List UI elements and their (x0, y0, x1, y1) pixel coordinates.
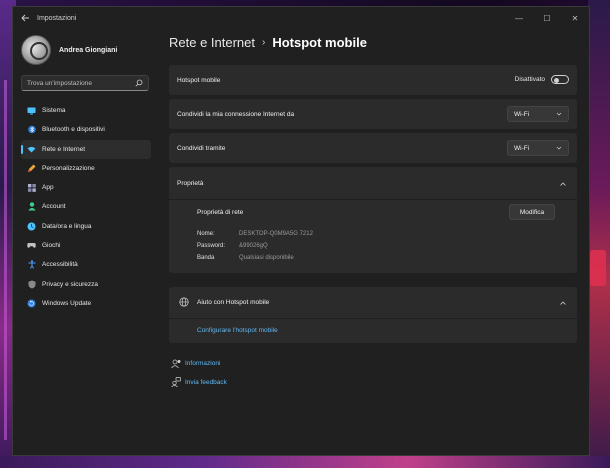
sidebar-item-bluetooth[interactable]: Bluetooth e dispositivi (21, 120, 151, 139)
property-key: Banda (197, 255, 215, 261)
sidebar-item-label: Windows Update (42, 299, 92, 307)
network-properties-label: Proprietà di rete (197, 209, 244, 216)
sidebar-nav: Sistema Bluetooth e dispositivi Rete e I… (21, 101, 151, 313)
hotspot-state-text: Disattivato (514, 76, 545, 83)
sidebar-item-account[interactable]: Account (21, 197, 151, 216)
app-title: Impostazioni (37, 14, 77, 22)
close-button[interactable]: ✕ (561, 7, 589, 29)
sidebar-item-label: Data/ora e lingua (42, 222, 92, 230)
sidebar-item-sistema[interactable]: Sistema (21, 101, 151, 120)
properties-title[interactable]: Proprietà (177, 180, 203, 187)
info-link[interactable]: Informazioni (185, 360, 220, 367)
page-title: Hotspot mobile (272, 35, 367, 50)
shield-icon (27, 280, 36, 289)
wallpaper-right-strip (588, 0, 610, 468)
apps-icon (27, 183, 36, 192)
sidebar-item-giochi[interactable]: Giochi (21, 236, 151, 255)
sidebar-item-label: App (42, 184, 54, 192)
properties-card: Proprietà Proprietà di rete Modifica Nom… (169, 167, 577, 273)
pencil-icon (27, 164, 36, 173)
sidebar-item-label: Bluetooth e dispositivi (42, 126, 105, 134)
edit-button[interactable]: Modifica (509, 204, 555, 220)
share-from-card: Condividi la mia connessione Internet da… (169, 99, 577, 129)
sidebar-item-label: Rete e Internet (42, 145, 85, 153)
settings-window: Impostazioni — ☐ ✕ Andrea Giongiani Sist… (12, 6, 590, 456)
share-over-label: Condividi tramite (177, 145, 226, 152)
breadcrumb: Rete e Internet › Hotspot mobile (169, 35, 367, 50)
sidebar-item-label: Giochi (42, 242, 61, 250)
configure-hotspot-link[interactable]: Configurare l'hotspot mobile (197, 327, 278, 334)
sidebar-item-label: Privacy e sicurezza (42, 280, 98, 288)
feedback-icon (171, 377, 181, 387)
sidebar: Andrea Giongiani Sistema Bluetooth e dis… (13, 29, 159, 455)
globe-clock-icon (27, 222, 36, 231)
maximize-button[interactable]: ☐ (533, 7, 561, 29)
bluetooth-icon (27, 125, 36, 134)
display-icon (27, 106, 36, 115)
title-bar: Impostazioni — ☐ ✕ (13, 7, 589, 29)
divider (169, 318, 577, 319)
property-key: Password: (197, 243, 226, 249)
globe-icon (179, 297, 189, 307)
sidebar-item-personalizzazione[interactable]: Personalizzazione (21, 159, 151, 178)
update-icon (27, 299, 36, 308)
search-box[interactable] (21, 75, 149, 91)
share-from-select[interactable]: Wi-Fi (507, 106, 569, 122)
sidebar-item-label: Sistema (42, 107, 66, 114)
sidebar-item-data-ora-lingua[interactable]: Data/ora e lingua (21, 217, 151, 236)
sidebar-item-app[interactable]: App (21, 178, 151, 197)
info-person-icon (171, 359, 181, 369)
wallpaper-bottom-strip (0, 456, 610, 468)
property-value: Qualsiasi disponibile (239, 255, 294, 261)
breadcrumb-parent[interactable]: Rete e Internet (169, 35, 255, 50)
breadcrumb-separator: › (262, 37, 266, 48)
arrow-left-icon (20, 14, 29, 22)
sidebar-item-accessibilita[interactable]: Accessibilità (21, 255, 151, 274)
share-from-value: Wi-Fi (514, 110, 530, 118)
sidebar-item-label: Accessibilità (42, 261, 78, 269)
property-value: DESKTOP-Q0M9A5G 7212 (239, 231, 313, 237)
user-profile[interactable]: Andrea Giongiani (21, 35, 117, 65)
minimize-button[interactable]: — (505, 7, 533, 29)
chevron-up-icon[interactable] (559, 181, 567, 187)
search-input[interactable] (27, 79, 135, 87)
toggle-switch[interactable] (551, 75, 569, 84)
search-icon (135, 79, 143, 87)
hotspot-switch[interactable]: Disattivato (515, 75, 569, 84)
sidebar-item-rete-internet[interactable]: Rete e Internet (21, 139, 151, 159)
user-name: Andrea Giongiani (59, 46, 118, 54)
sidebar-item-label: Personalizzazione (42, 164, 95, 172)
sidebar-item-windows-update[interactable]: Windows Update (21, 294, 151, 313)
avatar (21, 35, 51, 65)
share-from-label: Condividi la mia connessione Internet da (177, 111, 295, 118)
divider (169, 199, 577, 200)
sidebar-item-privacy-sicurezza[interactable]: Privacy e sicurezza (21, 275, 151, 294)
back-button[interactable] (13, 7, 37, 29)
chevron-up-icon[interactable] (559, 300, 567, 306)
share-over-value: Wi-Fi (514, 144, 530, 152)
person-icon (27, 202, 36, 211)
gamepad-icon (27, 241, 36, 250)
property-value: &99026gQ (239, 243, 268, 249)
window-controls: — ☐ ✕ (505, 7, 589, 29)
chevron-down-icon (556, 146, 562, 150)
hotspot-toggle-card: Hotspot mobile Disattivato (169, 65, 577, 95)
hotspot-label: Hotspot mobile (177, 77, 221, 84)
main-content: Rete e Internet › Hotspot mobile Hotspot… (169, 29, 579, 455)
property-key: Nome: (197, 231, 215, 237)
wifi-icon (27, 145, 36, 154)
wallpaper-glow (590, 250, 606, 286)
help-title[interactable]: Aiuto con Hotspot mobile (197, 299, 269, 306)
share-over-select[interactable]: Wi-Fi (507, 140, 569, 156)
help-card: Aiuto con Hotspot mobile Configurare l'h… (169, 287, 577, 343)
accessibility-icon (27, 260, 36, 270)
sidebar-item-label: Account (42, 203, 66, 211)
share-over-card: Condividi tramite Wi-Fi (169, 133, 577, 163)
feedback-link[interactable]: Invia feedback (185, 379, 227, 386)
chevron-down-icon (556, 112, 562, 116)
